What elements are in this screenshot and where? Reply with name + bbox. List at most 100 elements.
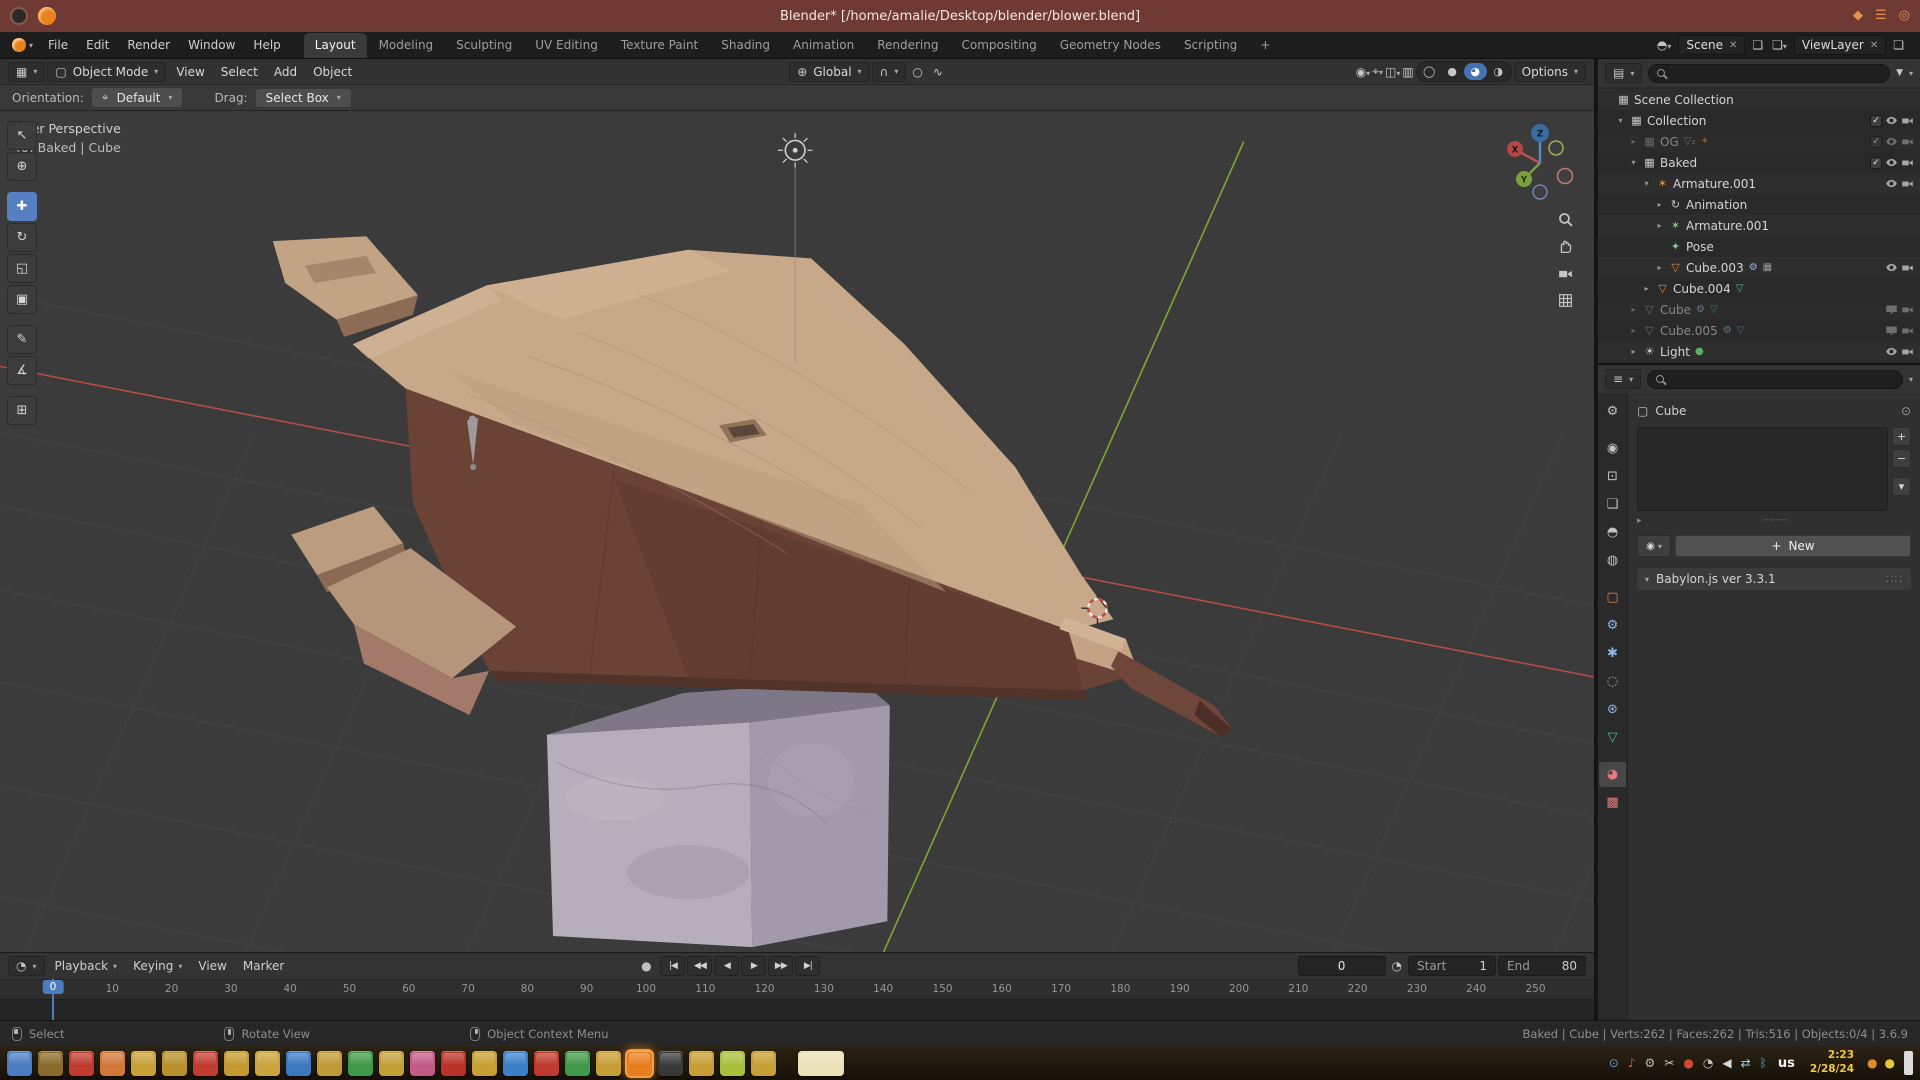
transport-button[interactable]: |◀ — [660, 956, 685, 976]
shading-material-button[interactable]: ◕ — [1464, 63, 1487, 80]
disclosure-arrow-icon[interactable]: ▸ — [1654, 200, 1665, 209]
transport-button[interactable]: ◀ — [714, 956, 739, 976]
timeline-body[interactable]: 0102030405060708090100110120130140150160… — [0, 979, 1594, 1020]
outliner-row[interactable]: ▸ ▽ Cube.003 ⚙ ▦ ✓ — [1598, 257, 1920, 278]
shading-rendered-button[interactable]: ◑ — [1487, 63, 1510, 80]
menu-item[interactable]: Edit — [77, 34, 118, 56]
show-gizmo-dropdown[interactable]: ⌖▾ — [1372, 64, 1383, 79]
current-frame-field[interactable]: 0 — [1298, 956, 1386, 976]
workspace-tab[interactable]: Layout — [304, 33, 367, 58]
show-desktop-button[interactable] — [1904, 1051, 1913, 1075]
camera-visibility-icon[interactable] — [1901, 303, 1914, 316]
camera-visibility-icon[interactable] — [1901, 324, 1914, 337]
taskbar-app-icon[interactable] — [658, 1051, 683, 1076]
remove-slot-button[interactable]: − — [1892, 449, 1911, 468]
shading-wireframe-button[interactable]: ◯ — [1418, 63, 1441, 80]
properties-tab[interactable]: ◕ — [1599, 762, 1626, 787]
viewlayer-browse-icon[interactable]: ❏▾ — [1770, 38, 1789, 52]
properties-tab[interactable]: ❏ — [1599, 492, 1626, 517]
exclude-checkbox[interactable]: ✓ — [1870, 115, 1882, 127]
navigation-gizmo[interactable]: Z X Y — [1498, 119, 1582, 203]
outliner-row[interactable]: ▦ Scene Collection ✓ — [1598, 89, 1920, 110]
tray-icon[interactable]: ● — [1683, 1057, 1693, 1069]
new-material-button[interactable]: + New — [1675, 535, 1911, 557]
browse-material-button[interactable]: ◉▾ — [1637, 535, 1671, 557]
properties-tab[interactable]: ✱ — [1599, 641, 1626, 666]
row-label[interactable]: Scene Collection — [1634, 93, 1734, 107]
transport-button[interactable]: ▶| — [795, 956, 820, 976]
hide-eye-icon[interactable] — [1885, 345, 1898, 358]
camera-visibility-icon[interactable] — [1901, 261, 1914, 274]
taskbar-app-icon[interactable] — [255, 1051, 280, 1076]
menu-item[interactable]: Help — [244, 34, 289, 56]
mode-dropdown[interactable]: ▢Object Mode▾ — [47, 62, 166, 82]
properties-editor-type-button[interactable]: ≡▾ — [1605, 369, 1641, 389]
taskbar-app-icon[interactable] — [798, 1051, 844, 1076]
bellows-model-object[interactable] — [273, 236, 1233, 737]
workspace-tab[interactable]: Geometry Nodes — [1049, 33, 1172, 58]
proportional-falloff-icon[interactable]: ∿ — [929, 65, 947, 79]
hide-eye-icon[interactable] — [1885, 114, 1898, 127]
workspace-tab[interactable]: Modeling — [368, 33, 445, 58]
taskbar-app-icon[interactable] — [193, 1051, 218, 1076]
light-object-gizmo[interactable] — [778, 133, 812, 167]
outliner-options-icon[interactable]: ▾ — [1909, 69, 1913, 78]
properties-tab[interactable]: ▽ — [1599, 725, 1626, 750]
3d-viewport[interactable]: User Perspective (0) Baked | Cube ↖⊕✚↻◱▣… — [0, 111, 1594, 952]
taskbar-app-icon[interactable] — [472, 1051, 497, 1076]
shield-icon[interactable]: ◆ — [1853, 7, 1863, 25]
row-label[interactable]: Light — [1660, 345, 1690, 359]
tool-button[interactable]: ↖ — [7, 121, 37, 150]
outliner-row[interactable]: ▸ ▽ Cube.004 ▽ ✓ — [1598, 278, 1920, 299]
babylon-section-header[interactable]: ▾ Babylon.js ver 3.3.1 ∷∷ — [1637, 568, 1911, 590]
tool-button[interactable]: ⊞ — [7, 396, 37, 425]
frame-end-field[interactable]: End80 — [1498, 956, 1586, 976]
toggle-xray-button[interactable]: ▥ — [1402, 65, 1413, 79]
pin-icon[interactable]: ⊙ — [1901, 404, 1911, 418]
properties-tab[interactable]: ⚙ — [1599, 399, 1626, 424]
auto-keying-button[interactable]: ● — [634, 959, 658, 973]
keyboard-layout-indicator[interactable]: us — [1778, 1056, 1795, 1071]
taskbar-app-icon[interactable] — [689, 1051, 714, 1076]
tray-icon[interactable]: ✂ — [1664, 1057, 1674, 1069]
tool-button[interactable]: ✚ — [7, 192, 37, 221]
show-overlays-dropdown[interactable]: ◫▾ — [1385, 65, 1400, 79]
row-label[interactable]: Armature.001 — [1686, 219, 1769, 233]
taskbar-app-icon[interactable] — [441, 1051, 466, 1076]
timeline-track[interactable] — [0, 999, 1594, 1020]
properties-tab[interactable]: ◌ — [1599, 669, 1626, 694]
properties-tab[interactable]: ⚙ — [1599, 613, 1626, 638]
row-label[interactable]: Armature.001 — [1673, 177, 1756, 191]
status-dot-icon[interactable]: ● — [1867, 1057, 1877, 1069]
tray-icon[interactable]: ᛒ — [1760, 1057, 1767, 1069]
row-label[interactable]: Cube.003 — [1686, 261, 1744, 275]
taskbar-app-icon[interactable] — [100, 1051, 125, 1076]
zoom-icon[interactable] — [1557, 211, 1574, 228]
camera-visibility-icon[interactable] — [1901, 135, 1914, 148]
workspace-tab[interactable]: Sculpting — [445, 33, 523, 58]
timeline-ruler[interactable]: 0102030405060708090100110120130140150160… — [0, 979, 1594, 999]
pan-hand-icon[interactable] — [1557, 238, 1574, 255]
workspace-tab[interactable]: Scripting — [1173, 33, 1248, 58]
screen-visibility-icon[interactable] — [1885, 324, 1898, 337]
tray-icon[interactable]: ◔ — [1703, 1057, 1713, 1069]
hide-eye-icon[interactable] — [1885, 177, 1898, 190]
drag-dropdown[interactable]: Select Box▾ — [256, 89, 351, 107]
taskbar-app-icon[interactable] — [627, 1051, 652, 1076]
3d-viewport-canvas[interactable] — [0, 111, 1594, 952]
tray-icon[interactable]: ⇄ — [1741, 1057, 1751, 1069]
disclosure-arrow-icon[interactable]: ▾ — [1615, 116, 1626, 125]
add-slot-button[interactable]: + — [1892, 427, 1911, 446]
outliner-row[interactable]: ▸ ↻ Animation ✓ — [1598, 194, 1920, 215]
slot-list-expander[interactable]: ▸┄┄┄┄ — [1637, 513, 1911, 528]
disclosure-arrow-icon[interactable]: ▸ — [1654, 221, 1665, 230]
row-label[interactable]: Baked — [1660, 156, 1697, 170]
outliner-row[interactable]: ▸ ▽ Cube ⚙ ▽ ✓ — [1598, 299, 1920, 320]
power-icon[interactable]: ◎ — [1899, 7, 1910, 25]
transform-orientation-dropdown[interactable]: ⊕Global▾ — [789, 62, 869, 82]
taskbar-app-icon[interactable] — [224, 1051, 249, 1076]
camera-visibility-icon[interactable] — [1901, 177, 1914, 190]
disclosure-arrow-icon[interactable]: ▸ — [1641, 284, 1652, 293]
taskbar-app-icon[interactable] — [69, 1051, 94, 1076]
timeline-menu-item[interactable]: View▾ — [190, 956, 234, 976]
